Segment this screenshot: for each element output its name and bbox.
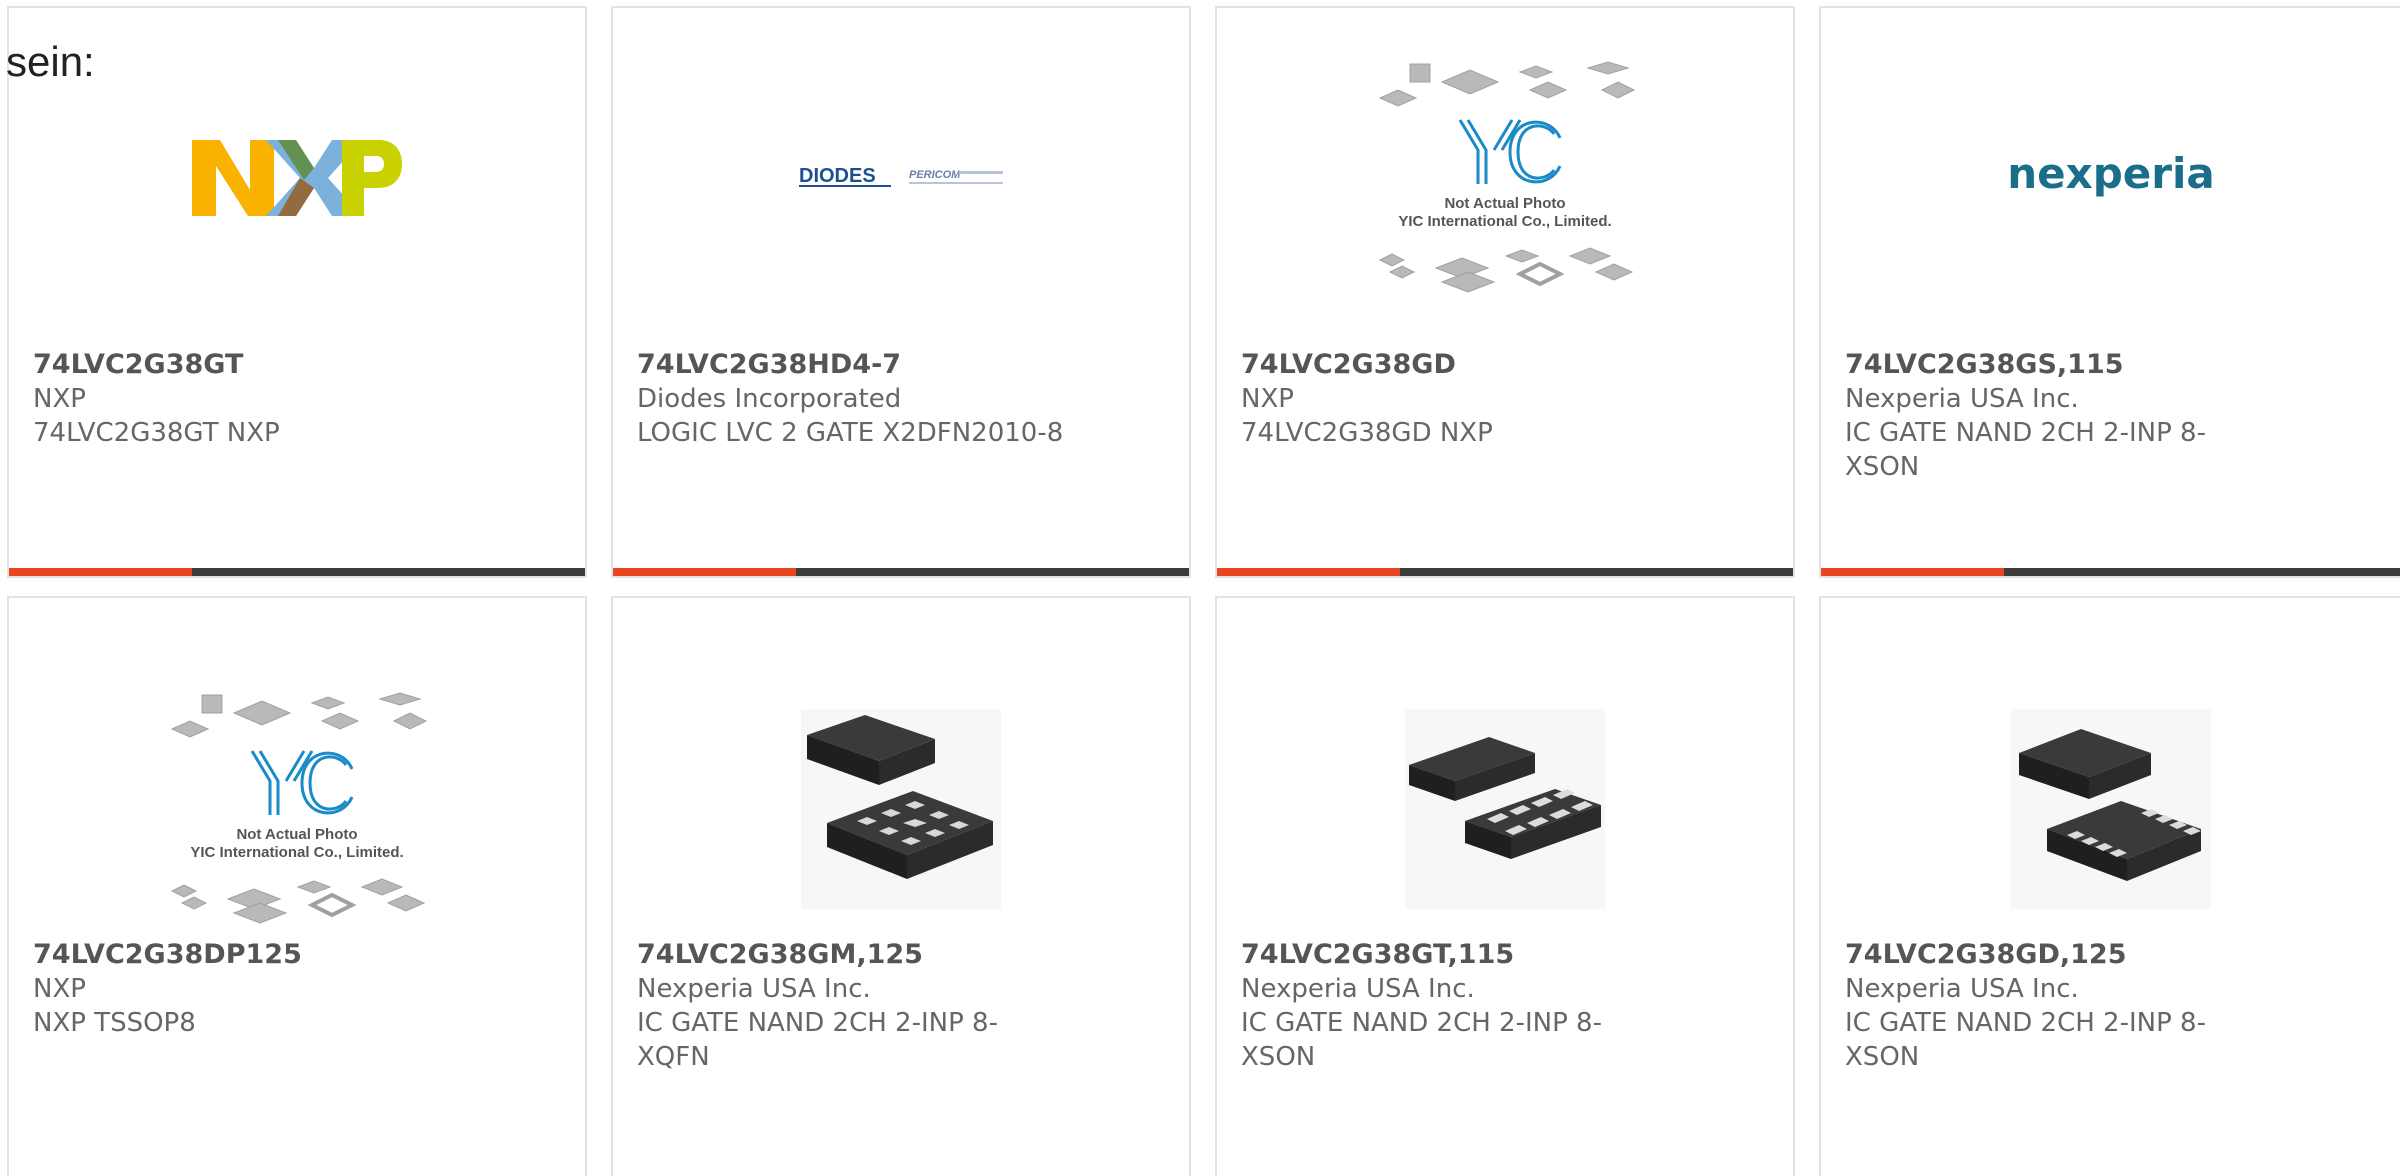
product-description: 74LVC2G38GT NXP xyxy=(33,418,280,448)
yic-placeholder-icon: Not Actual Photo YIC International Co., … xyxy=(170,692,428,924)
product-card[interactable]: 74LVC2G38GM,125 Nexperia USA Inc. IC GAT… xyxy=(611,596,1191,1176)
product-grid: 74LVC2G38GT NXP 74LVC2G38GT NXP DIODES P… xyxy=(0,0,2400,1176)
manufacturer-logo[interactable]: nexperia xyxy=(1821,8,2400,348)
diodes-logo-text: DIODES xyxy=(799,165,876,187)
product-description: IC GATE NAND 2CH 2-INP 8-XSON xyxy=(1845,418,2206,482)
chip-photo-icon xyxy=(801,709,1001,909)
product-card[interactable]: Not Actual Photo YIC International Co., … xyxy=(7,596,587,1176)
product-card[interactable]: 74LVC2G38GD,125 Nexperia USA Inc. IC GAT… xyxy=(1819,596,2400,1176)
product-description: LOGIC LVC 2 GATE X2DFN2010-8 xyxy=(637,418,1064,448)
product-info: 74LVC2G38GT NXP 74LVC2G38GT NXP xyxy=(33,348,413,450)
part-number[interactable]: 74LVC2G38GM,125 xyxy=(637,938,1017,972)
card-footer-bar xyxy=(9,568,585,576)
part-number[interactable]: 74LVC2G38GT xyxy=(33,348,413,382)
product-description: 74LVC2G38GD NXP xyxy=(1241,418,1493,448)
manufacturer-name: Diodes Incorporated xyxy=(637,384,902,414)
card-footer-bar xyxy=(1217,568,1793,576)
placeholder-line-1: Not Actual Photo xyxy=(1444,195,1565,212)
product-info: 74LVC2G38GD,125 Nexperia USA Inc. IC GAT… xyxy=(1845,938,2225,1074)
manufacturer-name: Nexperia USA Inc. xyxy=(1845,974,2079,1004)
product-image[interactable] xyxy=(1217,678,1793,940)
card-footer-bar xyxy=(1821,568,2400,576)
product-card[interactable]: 74LVC2G38GT NXP 74LVC2G38GT NXP xyxy=(7,6,587,578)
product-image[interactable] xyxy=(1821,678,2400,940)
product-description: IC GATE NAND 2CH 2-INP 8-XSON xyxy=(1241,1008,1602,1072)
placeholder-line-2: YIC International Co., Limited. xyxy=(1398,213,1611,230)
nexperia-logo-icon: nexperia xyxy=(2007,149,2214,198)
accent-stripe xyxy=(613,568,796,576)
product-card[interactable]: Not Actual Photo YIC International Co., … xyxy=(1215,6,1795,578)
chip-photo-icon xyxy=(2011,709,2211,909)
product-info: 74LVC2G38GM,125 Nexperia USA Inc. IC GAT… xyxy=(637,938,1017,1074)
product-image[interactable]: Not Actual Photo YIC International Co., … xyxy=(1217,8,1793,348)
manufacturer-logo[interactable] xyxy=(9,8,585,348)
manufacturer-name: Nexperia USA Inc. xyxy=(1241,974,1475,1004)
card-footer-bar xyxy=(613,568,1189,576)
product-card[interactable]: 74LVC2G38GT,115 Nexperia USA Inc. IC GAT… xyxy=(1215,596,1795,1176)
product-card[interactable]: DIODES PERICOM 74LVC2G38HD4-7 Diodes Inc… xyxy=(611,6,1191,578)
manufacturer-name: Nexperia USA Inc. xyxy=(637,974,871,1004)
part-number[interactable]: 74LVC2G38GT,115 xyxy=(1241,938,1621,972)
product-info: 74LVC2G38HD4-7 Diodes Incorporated LOGIC… xyxy=(637,348,1063,450)
product-description: NXP TSSOP8 xyxy=(33,1008,196,1038)
product-image[interactable] xyxy=(613,678,1189,940)
product-card[interactable]: nexperia 74LVC2G38GS,115 Nexperia USA In… xyxy=(1819,6,2400,578)
diodes-pericom-logo-icon: DIODES PERICOM xyxy=(799,165,1003,187)
part-number[interactable]: 74LVC2G38DP125 xyxy=(33,938,413,972)
yic-placeholder-icon: Not Actual Photo YIC International Co., … xyxy=(1378,61,1636,293)
manufacturer-name: Nexperia USA Inc. xyxy=(1845,384,2079,414)
part-number[interactable]: 74LVC2G38HD4-7 xyxy=(637,348,1017,382)
part-number[interactable]: 74LVC2G38GS,115 xyxy=(1845,348,2225,382)
manufacturer-name: NXP xyxy=(33,384,86,414)
accent-stripe xyxy=(1217,568,1400,576)
placeholder-line-2: YIC International Co., Limited. xyxy=(190,844,403,861)
intro-text: sein: xyxy=(6,38,95,85)
accent-stripe xyxy=(1821,568,2004,576)
part-number[interactable]: 74LVC2G38GD,125 xyxy=(1845,938,2225,972)
product-info: 74LVC2G38GD NXP 74LVC2G38GD NXP xyxy=(1241,348,1621,450)
chip-photo-icon xyxy=(1405,709,1605,909)
accent-stripe xyxy=(9,568,192,576)
manufacturer-name: NXP xyxy=(33,974,86,1004)
part-number[interactable]: 74LVC2G38GD xyxy=(1241,348,1621,382)
product-image[interactable]: Not Actual Photo YIC International Co., … xyxy=(9,678,585,940)
nexperia-logo-text: nexperia xyxy=(2007,149,2214,198)
manufacturer-name: NXP xyxy=(1241,384,1294,414)
pericom-logo-text: PERICOM xyxy=(909,169,961,181)
nxp-logo-icon xyxy=(192,140,402,216)
product-info: 74LVC2G38GT,115 Nexperia USA Inc. IC GAT… xyxy=(1241,938,1621,1074)
product-description: IC GATE NAND 2CH 2-INP 8-XSON xyxy=(1845,1008,2206,1072)
product-description: IC GATE NAND 2CH 2-INP 8-XQFN xyxy=(637,1008,998,1072)
placeholder-line-1: Not Actual Photo xyxy=(236,826,357,843)
manufacturer-logo[interactable]: DIODES PERICOM xyxy=(613,8,1189,348)
product-info: 74LVC2G38GS,115 Nexperia USA Inc. IC GAT… xyxy=(1845,348,2225,484)
product-info: 74LVC2G38DP125 NXP NXP TSSOP8 xyxy=(33,938,413,1040)
